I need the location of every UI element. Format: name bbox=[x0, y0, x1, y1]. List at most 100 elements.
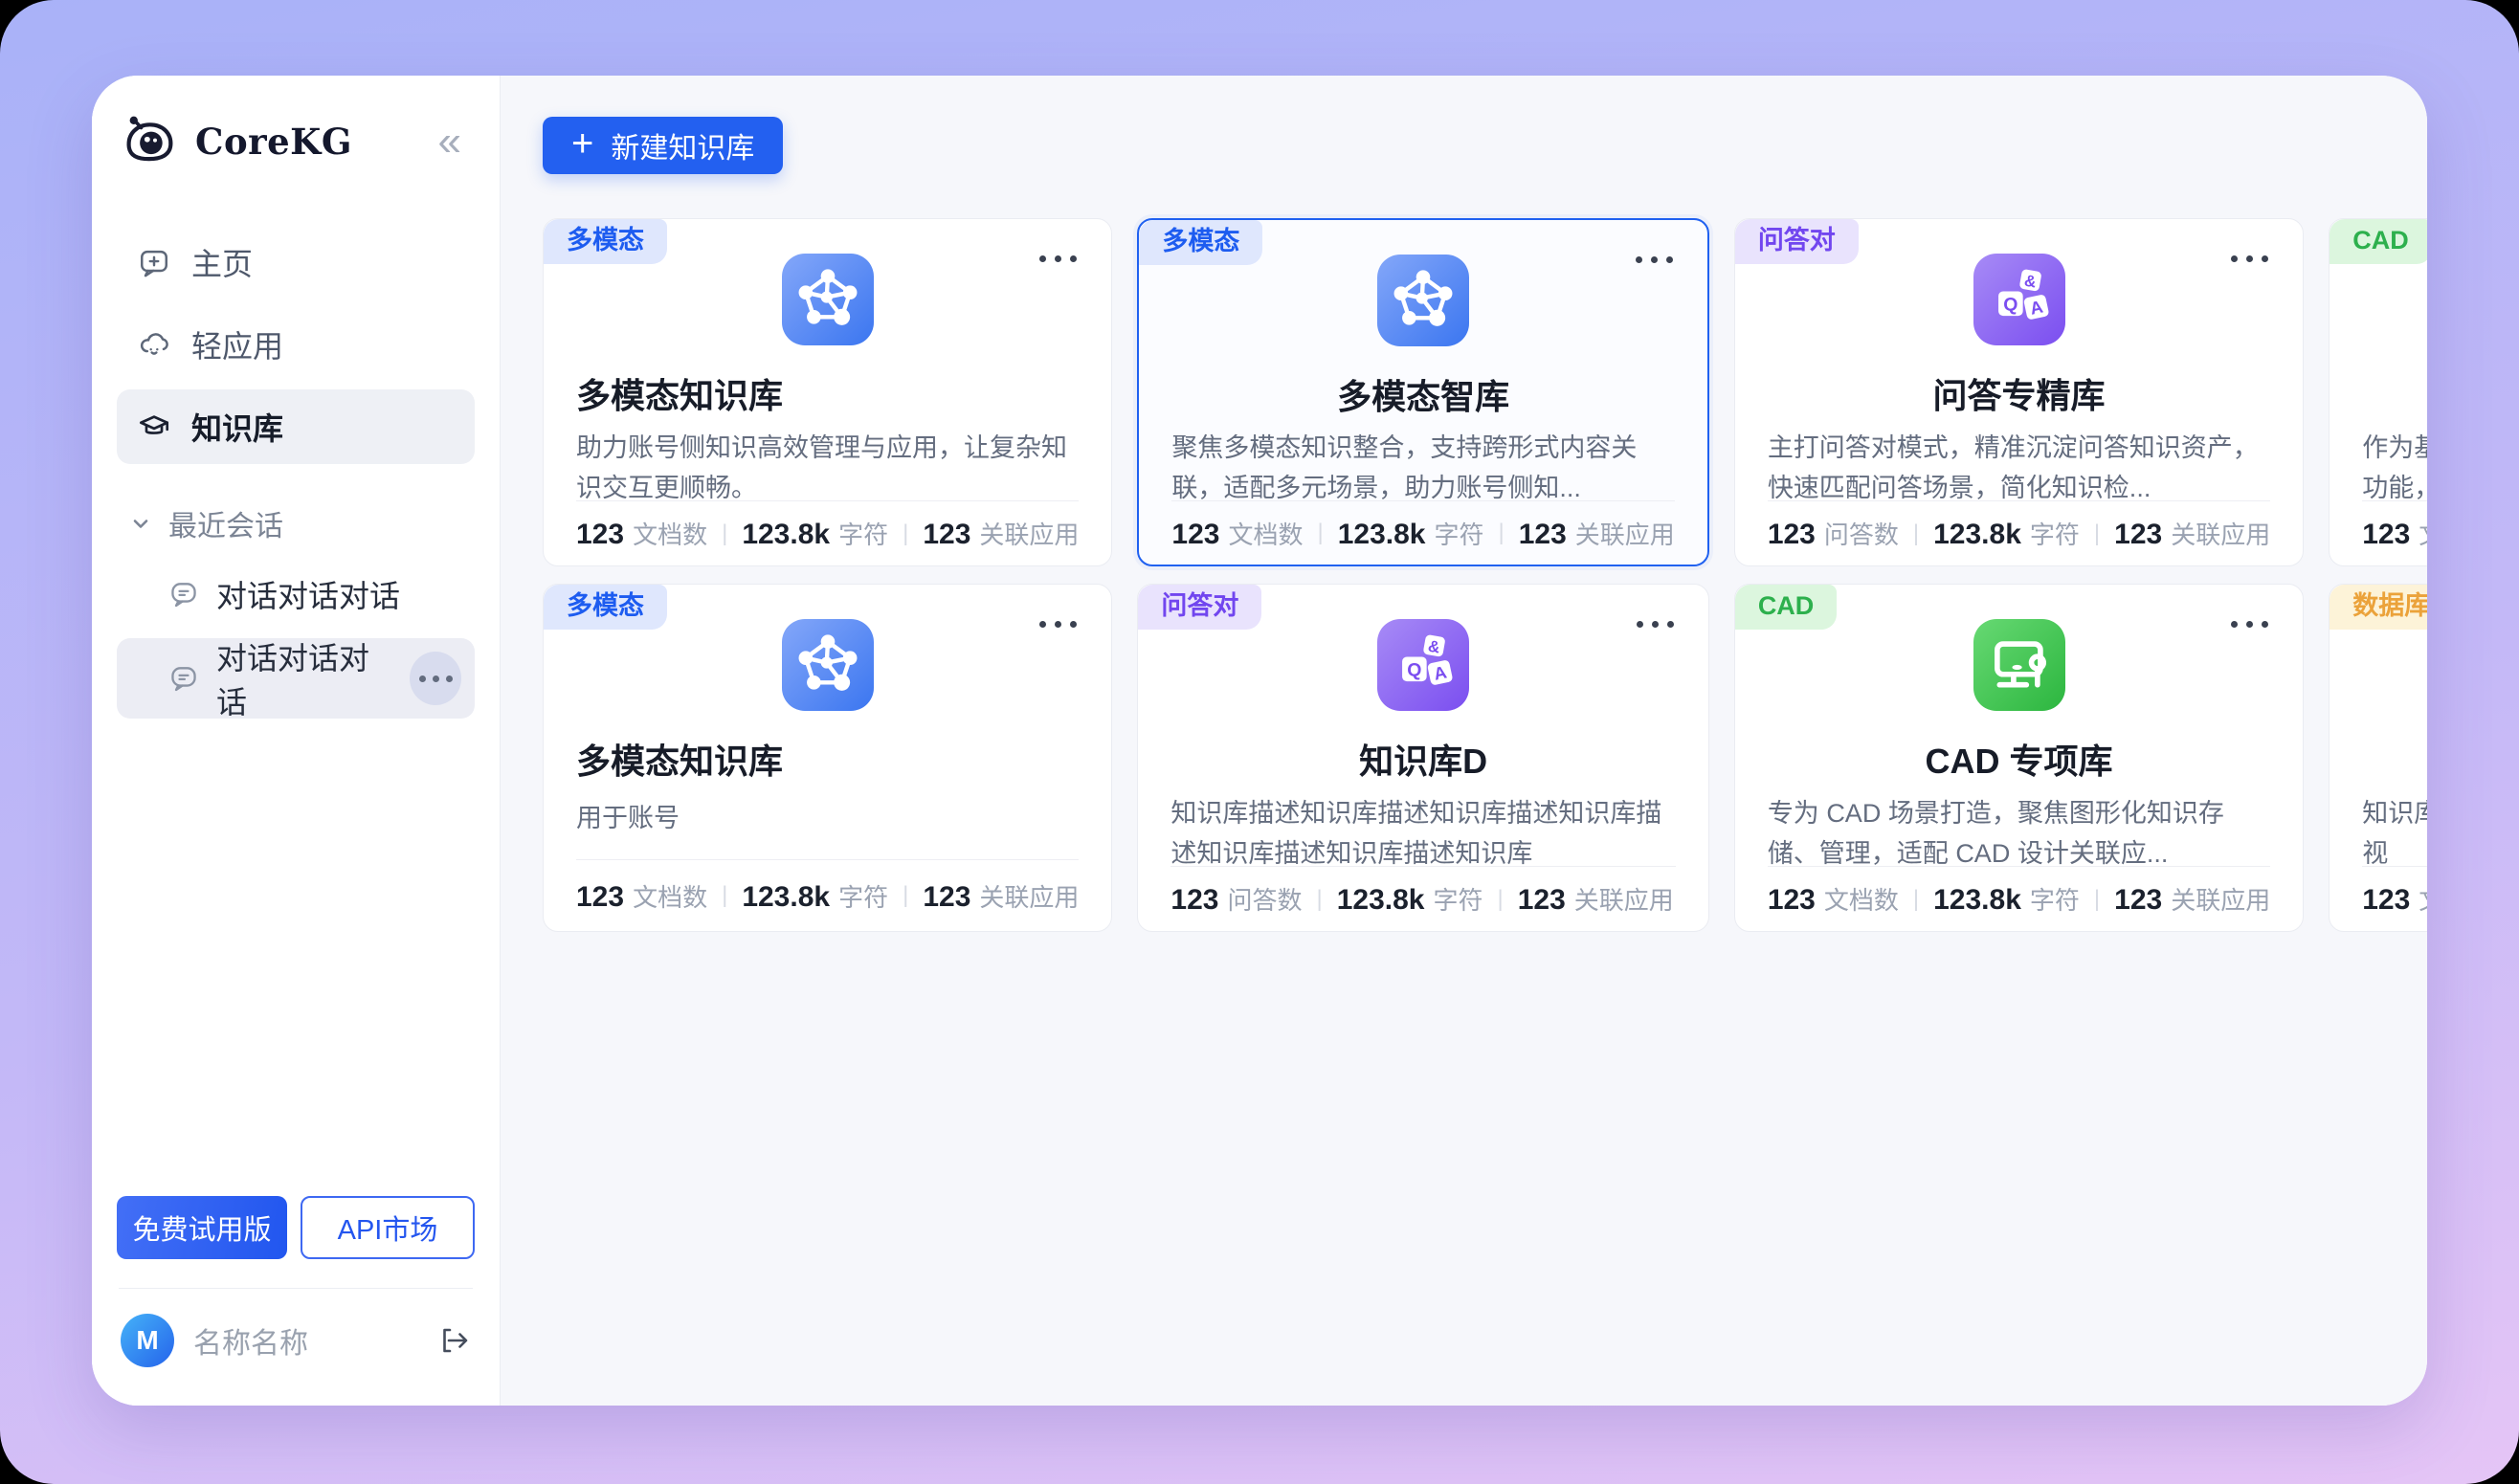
conversation-label: 对话对话对话 bbox=[216, 634, 392, 722]
corekg-logo-icon bbox=[123, 114, 178, 169]
card-type-badge: 多模态 bbox=[544, 585, 667, 630]
stat-value: 123 bbox=[923, 881, 970, 914]
recent-sessions-header[interactable]: 最近会话 bbox=[117, 493, 475, 554]
stat-value: 123.8k bbox=[1933, 519, 2021, 551]
conversation-item[interactable]: 对话对话对话 bbox=[117, 554, 475, 634]
network-icon bbox=[782, 254, 874, 345]
free-trial-button[interactable]: 免费试用版 bbox=[117, 1196, 287, 1259]
divider bbox=[119, 1288, 473, 1289]
stat: 123.8k 字符 bbox=[1338, 516, 1484, 551]
sidebar-item-label: 轻应用 bbox=[191, 322, 283, 366]
stat-label: 文档数 bbox=[1824, 881, 1899, 917]
sidebar-collapse-button[interactable]: « bbox=[438, 121, 469, 163]
sidebar-bottom: 免费试用版 API市场 M 名称名称 bbox=[117, 1196, 475, 1367]
api-market-button[interactable]: API市场 bbox=[301, 1196, 475, 1259]
stat: 123 文档数 bbox=[576, 516, 707, 551]
stat-separator: | bbox=[1498, 886, 1504, 913]
svg-text:Q: Q bbox=[2003, 295, 2017, 316]
knowledge-base-card[interactable]: 多模态 多模态知识库 用于账号 123 文档数 | 123.8k 字符 | 12… bbox=[543, 584, 1112, 932]
stat-value: 123 bbox=[576, 519, 624, 551]
stat-separator: | bbox=[2094, 521, 2100, 547]
stat: 123 文档数 bbox=[1768, 881, 1899, 917]
knowledge-base-card[interactable]: 多模态 多模态智库 聚焦多模态知识整合，支持跨形式内容关联，适配多元场景，助力账… bbox=[1137, 218, 1708, 566]
card-title: 知识库D bbox=[2330, 734, 2427, 779]
sidebar-item-cloud[interactable]: 轻应用 bbox=[117, 307, 475, 382]
stat: 123.8k 字符 bbox=[742, 878, 888, 914]
stat-value: 123 bbox=[923, 519, 970, 551]
stat-label: 问答数 bbox=[1824, 516, 1899, 551]
more-options-button[interactable] bbox=[2225, 250, 2274, 268]
network-icon bbox=[782, 619, 874, 711]
knowledge-base-card[interactable]: 问答对 &QA 知识库D 知识库描述知识库描述知识库描述知识库描述知识库描述知识… bbox=[1137, 584, 1708, 932]
cloud-icon bbox=[138, 328, 170, 361]
card-title: 问答专精库 bbox=[1735, 368, 2303, 413]
knowledge-base-card[interactable]: 数据库 知识库D 知识库描述知识库描述知识库描述知识库藐视 123 文档数 | … bbox=[2329, 584, 2427, 932]
stat-value: 123 bbox=[2114, 884, 2162, 917]
sidebar-item-chat-plus[interactable]: 主页 bbox=[117, 225, 475, 299]
card-type-badge: 数据库 bbox=[2330, 585, 2427, 630]
app-window: CoreKG « 主页 轻应用 知识库 最近会话 对话对话对话 bbox=[92, 76, 2427, 1406]
card-title: 多模态知识库 bbox=[544, 368, 1111, 413]
stat: 123 关联应用 bbox=[2114, 881, 2270, 917]
card-stats: 123 文档数 | 123.8k 字符 | 123 关联应用 bbox=[576, 500, 1079, 565]
stat: 123 关联应用 bbox=[923, 516, 1079, 551]
stat-label: 文档数 bbox=[2419, 881, 2427, 917]
card-stats: 123 文档数 | 123.8k 字符 | 123 关联应用 bbox=[576, 859, 1079, 931]
stat-separator: | bbox=[1913, 521, 1919, 547]
screen: CoreKG « 主页 轻应用 知识库 最近会话 对话对话对话 bbox=[0, 0, 2519, 1484]
new-knowledge-base-button[interactable]: + 新建知识库 bbox=[543, 117, 783, 174]
conversation-item[interactable]: 对话对话对话 bbox=[117, 638, 475, 719]
card-description: 主打问答对模式，精准沉淀问答知识资产，快速匹配问答场景，简化知识检... bbox=[1735, 429, 2303, 500]
stat-value: 123 bbox=[1519, 519, 1567, 551]
card-description: 作为基础知识库，提供问答、编辑等全流程功能，覆盖多样知识维度，为各... bbox=[2330, 429, 2427, 500]
stat-value: 123.8k bbox=[1337, 884, 1425, 917]
stat-value: 123 bbox=[1768, 884, 1816, 917]
knowledge-base-card[interactable]: 问答对 &QA 问答专精库 主打问答对模式，精准沉淀问答知识资产，快速匹配问答场… bbox=[1734, 218, 2304, 566]
card-title: 多模态智库 bbox=[1139, 369, 1706, 413]
stat-value: 123 bbox=[1170, 884, 1218, 917]
card-description: 聚焦多模态知识整合，支持跨形式内容关联，适配多元场景，助力账号侧知... bbox=[1139, 429, 1706, 500]
sidebar-item-label: 主页 bbox=[191, 240, 253, 284]
sidebar-nav: 主页 轻应用 知识库 bbox=[117, 225, 475, 464]
more-options-button[interactable] bbox=[1630, 251, 1679, 269]
stat-separator: | bbox=[903, 882, 908, 909]
logout-icon[interactable] bbox=[436, 1323, 471, 1358]
stat: 123.8k 字符 bbox=[1337, 881, 1483, 917]
account-row[interactable]: M 名称名称 bbox=[117, 1314, 475, 1367]
stat-separator: | bbox=[2094, 886, 2100, 913]
knowledge-base-card[interactable]: CAD CAD 专项库 专为 CAD 场景打造，聚焦图形化知识存储、管理，适配 … bbox=[1734, 584, 2304, 932]
stat: 123 文档数 bbox=[2362, 881, 2427, 917]
card-description: 知识库描述知识库描述知识库描述知识库藐视 bbox=[2330, 794, 2427, 866]
recent-sessions-label: 最近会话 bbox=[168, 502, 283, 544]
more-options-button[interactable] bbox=[1034, 250, 1082, 268]
plus-icon: + bbox=[571, 124, 593, 163]
more-options-button[interactable] bbox=[1034, 615, 1082, 633]
stat: 123 关联应用 bbox=[923, 878, 1079, 914]
stat-value: 123 bbox=[2362, 884, 2410, 917]
sidebar-item-grad-cap[interactable]: 知识库 bbox=[117, 389, 475, 464]
stat-separator: | bbox=[1913, 886, 1919, 913]
stat-value: 123 bbox=[1768, 519, 1816, 551]
stat: 123 文档数 bbox=[576, 878, 707, 914]
stat-label: 字符 bbox=[1434, 516, 1483, 551]
card-description: 专为 CAD 场景打造，聚焦图形化知识存储、管理，适配 CAD 设计关联应... bbox=[1735, 794, 2303, 866]
card-stats: 123 文档数 | 123.8k 字符 | 123 关联应用 bbox=[1768, 866, 2270, 931]
stat-separator: | bbox=[1317, 520, 1323, 546]
brand-name: CoreKG bbox=[195, 121, 352, 163]
knowledge-base-card[interactable]: 多模态 多模态知识库 助力账号侧知识高效管理与应用，让复杂知识交互更顺畅。 12… bbox=[543, 218, 1112, 566]
avatar: M bbox=[121, 1314, 174, 1367]
stat-value: 123 bbox=[1171, 519, 1219, 551]
stat-label: 字符 bbox=[1433, 881, 1482, 917]
knowledge-base-card[interactable]: CAD 通用知识中台 作为基础知识库，提供问答、编辑等全流程功能，覆盖多样知识维… bbox=[2329, 218, 2427, 566]
card-stats: 123 文档数 | 123.8k 字符 | 123 关联应用 bbox=[2362, 866, 2427, 931]
conversation-more-button[interactable] bbox=[410, 652, 461, 705]
stat: 123 关联应用 bbox=[1519, 516, 1675, 551]
stat: 123 文档数 bbox=[2362, 516, 2427, 551]
more-options-button[interactable] bbox=[2225, 615, 2274, 633]
knowledge-base-grid: 多模态 多模态知识库 助力账号侧知识高效管理与应用，让复杂知识交互更顺畅。 12… bbox=[543, 218, 2398, 932]
more-options-button[interactable] bbox=[1631, 615, 1680, 633]
conversation-label: 对话对话对话 bbox=[216, 572, 400, 616]
card-type-badge: CAD bbox=[2330, 219, 2427, 264]
stat: 123 关联应用 bbox=[1518, 881, 1674, 917]
stat-value: 123 bbox=[2362, 519, 2410, 551]
